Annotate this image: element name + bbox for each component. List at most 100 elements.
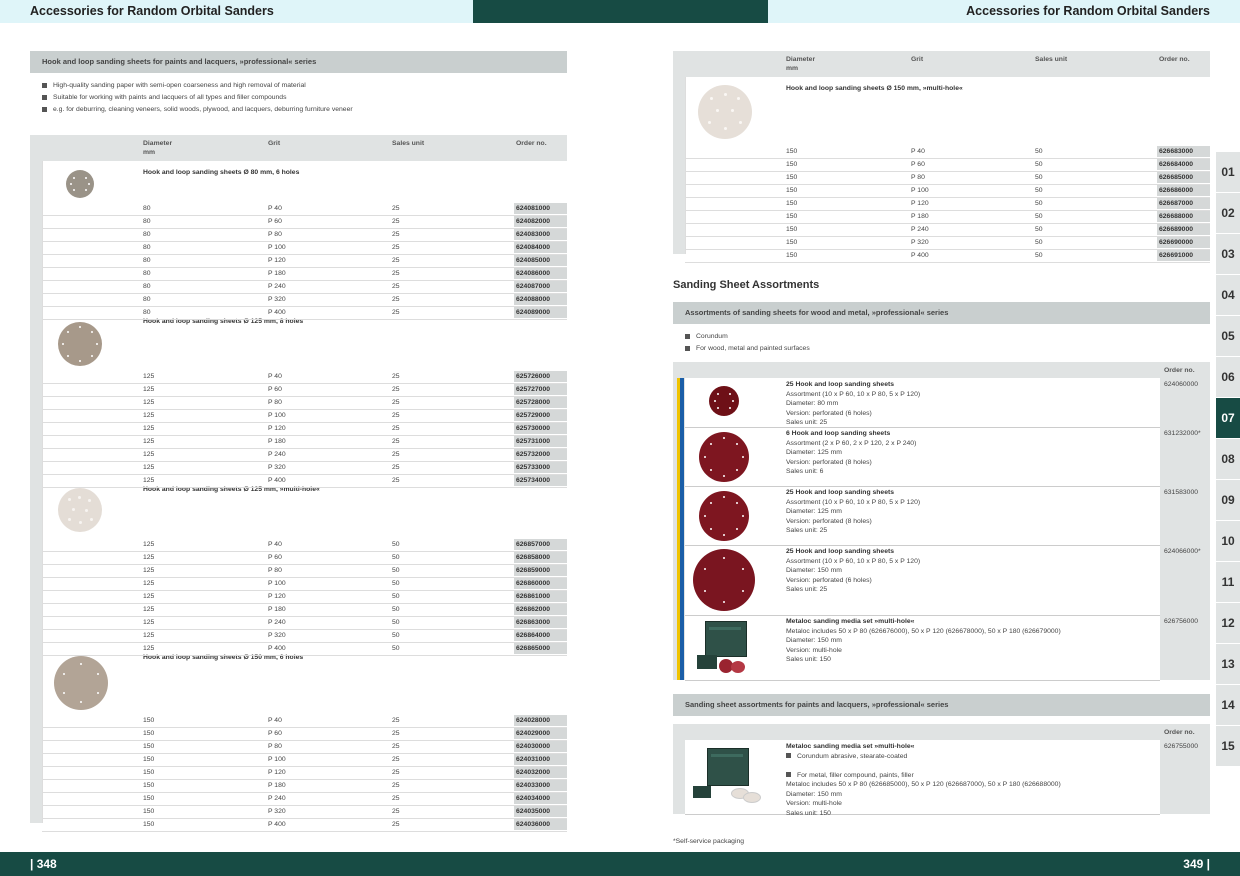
col-grit: Grit [268,140,281,147]
col-diameter: Diameter mm [786,56,816,72]
table-row: 150 P 400 25 624036000 [42,819,567,832]
cell-diameter: 150 [143,743,155,750]
order-number: 626756000 [1164,618,1199,625]
cell-sales-unit: 25 [392,386,400,393]
cell-grit: P 120 [268,257,286,264]
cell-grit: P 100 [911,187,929,194]
col-order-no: Order no. [1164,729,1195,736]
cell-grit: P 40 [268,373,282,380]
chapter-tab-12[interactable]: 12 [1216,603,1240,643]
assortment-row [685,486,1160,546]
cell-grit: P 40 [268,717,282,724]
table-row: 80 P 40 25 624081000 [42,203,567,216]
chapter-tab-15[interactable]: 15 [1216,726,1240,766]
table-row: 150 P 240 50 626689000 [685,224,1210,237]
cell-grit: P 320 [268,464,286,471]
table-row: 125 P 100 25 625729000 [42,410,567,423]
cell-order-no: 624083000 [514,229,567,240]
chapter-tab-08[interactable]: 08 [1216,439,1240,479]
cell-grit: P 40 [268,541,282,548]
cell-order-no: 626685000 [1157,172,1210,183]
chapter-tab-04[interactable]: 04 [1216,275,1240,315]
cell-order-no: 626684000 [1157,159,1210,170]
cell-diameter: 150 [786,213,798,220]
cell-grit: P 120 [911,200,929,207]
assortment-text: 25 Hook and loop sanding sheets Assortme… [786,548,921,593]
cell-grit: P 400 [911,252,929,259]
table-row: 125 P 320 25 625733000 [42,462,567,475]
cell-sales-unit: 25 [392,283,400,290]
cell-diameter: 80 [143,296,151,303]
table-row: 125 P 240 50 626863000 [42,617,567,630]
red-sanding-disc-125-image [699,491,749,541]
cell-order-no: 624035000 [514,806,567,817]
header-title-left: Accessories for Random Orbital Sanders [30,4,274,18]
chapter-tab-10[interactable]: 10 [1216,521,1240,561]
chapter-tab-05[interactable]: 05 [1216,316,1240,356]
cell-grit: P 400 [268,645,286,652]
cell-order-no: 624087000 [514,281,567,292]
cell-diameter: 125 [143,645,155,652]
cell-diameter: 125 [143,554,155,561]
chapter-tab-13[interactable]: 13 [1216,644,1240,684]
cell-sales-unit: 25 [392,438,400,445]
cell-diameter: 150 [143,730,155,737]
header-title-right: Accessories for Random Orbital Sanders [966,4,1210,18]
right-table-header: Diameter mm Grit Sales unit Order no. [673,51,1210,77]
cell-order-no: 625734000 [514,475,567,486]
cell-grit: P 240 [268,283,286,290]
cell-diameter: 80 [143,270,151,277]
cell-order-no: 624082000 [514,216,567,227]
cell-order-no: 626691000 [1157,250,1210,261]
table-row: 125 P 100 50 626860000 [42,578,567,591]
left-bullet: e.g. for deburring, cleaning veneers, so… [42,104,353,116]
left-table-header: Diameter mm Grit Sales unit Order no. [30,135,567,161]
table-row: 125 P 120 50 626861000 [42,591,567,604]
table-row: 150 P 60 50 626684000 [685,159,1210,172]
col-order-no: Order no. [1164,367,1195,374]
chapter-tab-01[interactable]: 01 [1216,152,1240,192]
table-row: 80 P 120 25 624085000 [42,255,567,268]
left-group-80-rows: 80 P 40 25 624081000 80 P 60 25 624082000 80 P 80… [42,203,567,320]
left-bullet: High-quality sanding paper with semi-ope… [42,80,353,92]
cell-order-no: 626865000 [514,643,567,654]
cell-grit: P 100 [268,412,286,419]
chapter-tab-09[interactable]: 09 [1216,480,1240,520]
assortment-text: 25 Hook and loop sanding sheets Assortme… [786,489,921,534]
cell-diameter: 125 [143,451,155,458]
chapter-tab-03[interactable]: 03 [1216,234,1240,274]
table-row: 80 P 60 25 624082000 [42,216,567,229]
cell-order-no: 624028000 [514,715,567,726]
chapter-tab-06[interactable]: 06 [1216,357,1240,397]
cell-diameter: 125 [143,477,155,484]
cell-sales-unit: 25 [392,451,400,458]
cell-diameter: 125 [143,399,155,406]
table-row: 80 P 320 25 624088000 [42,294,567,307]
table-row: 150 P 100 25 624031000 [42,754,567,767]
cell-grit: P 120 [268,769,286,776]
table-row: 125 P 180 50 626862000 [42,604,567,617]
cell-grit: P 100 [268,756,286,763]
chapter-tab-14[interactable]: 14 [1216,685,1240,725]
cell-sales-unit: 25 [392,756,400,763]
cell-order-no: 626857000 [514,539,567,550]
chapter-tab-11[interactable]: 11 [1216,562,1240,602]
col-order-no: Order no. [516,140,547,147]
assortments-heading: Sanding Sheet Assortments [673,279,820,291]
page-number-right: 349 | [1183,857,1210,871]
table-row: 150 P 180 50 626688000 [685,211,1210,224]
cell-sales-unit: 25 [392,296,400,303]
cell-order-no: 625728000 [514,397,567,408]
table-row: 150 P 40 50 626683000 [685,146,1210,159]
chapter-tab-07[interactable]: 07 [1216,398,1240,438]
cell-order-no: 626689000 [1157,224,1210,235]
cell-order-no: 624084000 [514,242,567,253]
table-row: 125 P 80 50 626859000 [42,565,567,578]
cell-sales-unit: 50 [1035,187,1043,194]
order-number: 624066000* [1164,548,1201,555]
cell-grit: P 60 [268,386,282,393]
chapter-tab-02[interactable]: 02 [1216,193,1240,233]
cell-sales-unit: 25 [392,464,400,471]
cell-diameter: 150 [143,782,155,789]
cell-grit: P 120 [268,593,286,600]
